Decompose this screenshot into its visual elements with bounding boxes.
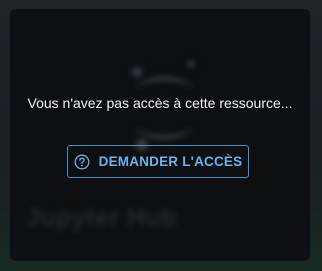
question-circle-icon	[74, 154, 90, 170]
access-denied-message: Vous n'avez pas accès à cette ressource.…	[27, 95, 293, 111]
request-access-label: DEMANDER L'ACCÈS	[98, 154, 243, 169]
access-overlay	[10, 9, 310, 261]
app-card: Jupyter Hub Vous n'avez pas accès à cett…	[10, 9, 310, 261]
request-access-button[interactable]: DEMANDER L'ACCÈS	[67, 145, 249, 178]
page-backdrop: Jupyter Hub Vous n'avez pas accès à cett…	[0, 0, 322, 271]
